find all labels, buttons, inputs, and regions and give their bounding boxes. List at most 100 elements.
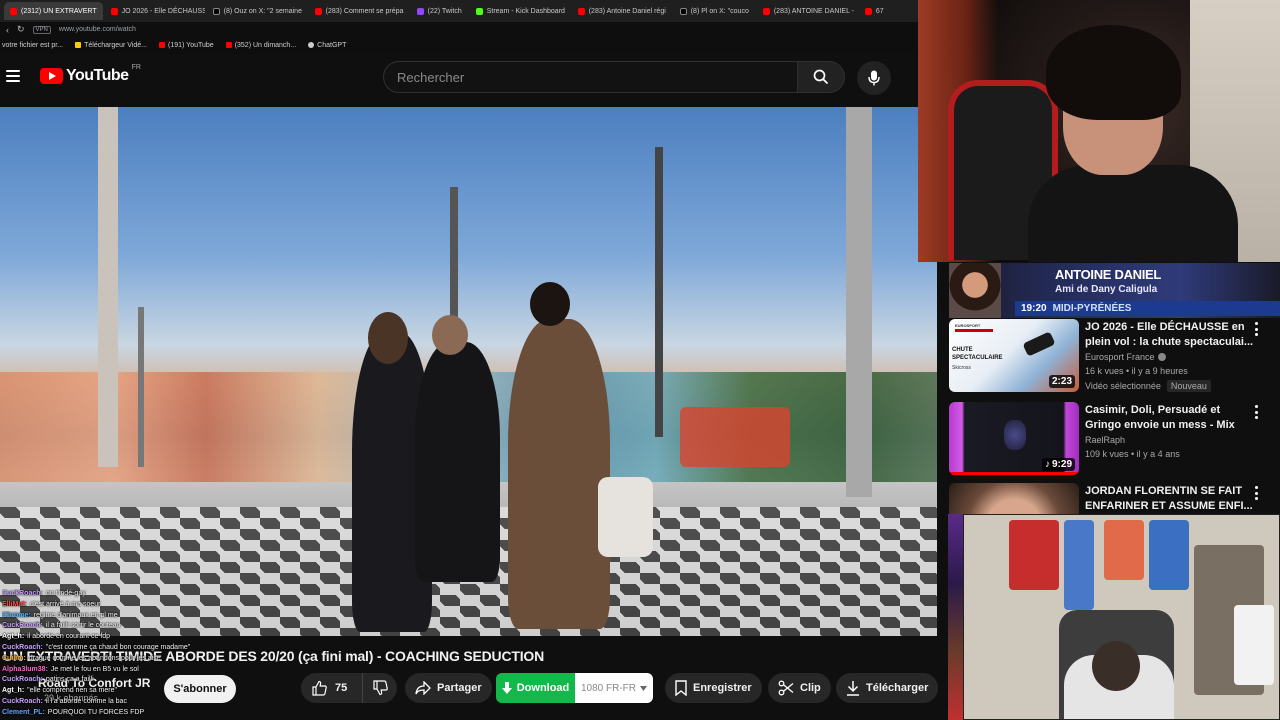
- quality-value: 1080 FR-FR: [580, 682, 636, 694]
- browser-tab[interactable]: (2312) UN EXTRAVERT: [4, 2, 103, 20]
- video-title[interactable]: JORDAN FLORENTIN SE FAIT ENFARINER ET AS…: [1085, 484, 1259, 514]
- download-label: Download: [516, 682, 570, 694]
- share-icon: [415, 681, 431, 695]
- address-field[interactable]: www.youtube.com/watch: [59, 26, 136, 33]
- bookmark-item[interactable]: votre fichier est pr...: [2, 42, 63, 49]
- reload-icon[interactable]: ↻: [17, 24, 25, 35]
- like-button[interactable]: 75: [301, 673, 363, 703]
- video-thumbnail[interactable]: ♪ 9:29: [949, 402, 1079, 475]
- bookmark-item[interactable]: ChatGPT: [308, 42, 346, 49]
- back-icon[interactable]: ‹: [6, 25, 9, 35]
- channel-name[interactable]: Eurosport France: [1085, 352, 1166, 362]
- duration-label: 9:29: [1051, 459, 1072, 470]
- channel-name[interactable]: RaelRaph: [1085, 435, 1125, 445]
- share-button[interactable]: Partager: [405, 673, 492, 703]
- tab-label: JO 2026 - Elle DÉCHAUSS: [121, 7, 205, 15]
- chat-username: Alpha3lum38:: [2, 665, 48, 673]
- hanging-clothes: [1104, 520, 1144, 580]
- streamer-webcam: [918, 0, 1280, 262]
- youtube-logo[interactable]: YouTube FR: [40, 64, 141, 85]
- video-scene-woman-head: [368, 312, 408, 364]
- mix-icon: ♪: [1044, 459, 1050, 470]
- download-extension: Download 1080 FR-FR: [496, 673, 653, 703]
- browser-tab[interactable]: JO 2026 - Elle DÉCHAUSS: [105, 2, 205, 20]
- recommendation-item[interactable]: JORDAN FLORENTIN SE FAIT ENFARINER ET AS…: [949, 483, 1280, 514]
- chat-message: CuckRoach: on t'indé-gay: [2, 589, 202, 600]
- more-options-icon[interactable]: [1254, 405, 1258, 419]
- bookmark-label: votre fichier est pr...: [2, 41, 64, 49]
- clip-button[interactable]: Clip: [768, 673, 831, 703]
- vpn-badge[interactable]: VPN: [32, 25, 51, 34]
- bookmark-item[interactable]: (191) YouTube: [159, 42, 214, 49]
- chat-username: Clement_PL:: [2, 708, 45, 716]
- search-button[interactable]: [797, 61, 845, 93]
- video-thumbnail[interactable]: [949, 483, 1079, 514]
- youtube-icon: [762, 7, 770, 15]
- browser-tab[interactable]: (283) Comment se prépa: [309, 2, 409, 20]
- tab-label: (8) Pl on X: "couco: [690, 7, 749, 15]
- bookmark-item[interactable]: Téléchargeur Vidé...: [75, 42, 147, 49]
- save-label: Enregistrer: [693, 682, 752, 694]
- video-title[interactable]: JO 2026 - Elle DÉCHAUSSE en plein vol : …: [1085, 320, 1259, 350]
- skier-figure: [1022, 331, 1056, 357]
- bookmark-label: (352) Un dimanch...: [234, 41, 297, 49]
- browser-tab[interactable]: (283) Antoine Daniel régi: [572, 2, 672, 20]
- more-options-icon[interactable]: [1254, 486, 1258, 500]
- download-icon: [847, 681, 859, 696]
- x-icon: [212, 7, 220, 15]
- new-badge: Nouveau: [1166, 380, 1211, 392]
- chat-text: "c'est comme ça chaud bon courage madame…: [45, 643, 191, 651]
- tab-label: (283) Antoine Daniel régi: [588, 7, 666, 15]
- banner-time: 19:20: [1021, 303, 1047, 314]
- hanging-clothes: [1149, 520, 1189, 590]
- chat-message: CuckRoach: il a failli sortir le couteau: [2, 621, 202, 632]
- channel-label: Eurosport France: [1085, 352, 1155, 362]
- thumb-subcaption: Skicross: [952, 365, 971, 371]
- voice-search-button[interactable]: [857, 61, 891, 95]
- chat-text: "elle comprend rien sa mere": [27, 687, 117, 695]
- chat-text: il a failli sortir le couteau: [45, 622, 121, 630]
- twitch-icon: [416, 7, 424, 15]
- recommendation-item[interactable]: EUROSPORT CHUTE SPECTACULAIRE Skicross 2…: [949, 319, 1280, 395]
- video-duration: ♪ 9:29: [1041, 458, 1075, 471]
- dislike-button[interactable]: [363, 673, 397, 703]
- thumbs-down-icon: [373, 680, 388, 696]
- watch-progress-bar: [949, 472, 1079, 475]
- download-button[interactable]: Download: [496, 673, 575, 703]
- video-player[interactable]: [0, 107, 937, 636]
- more-options-icon[interactable]: [1254, 322, 1258, 336]
- search-icon: [813, 69, 829, 85]
- chat-message: CuckRoach: "c'est comme ça chaud bon cour…: [2, 643, 202, 654]
- video-title[interactable]: Casimir, Doli, Persuadé et Gringo envoie…: [1085, 403, 1259, 433]
- chat-text: regime d'animaux en pl me: [33, 611, 118, 619]
- quality-select[interactable]: 1080 FR-FR: [575, 673, 653, 703]
- browser-tab[interactable]: (8) Ouz on X: "2 semaine: [207, 2, 307, 20]
- menu-icon[interactable]: [6, 70, 20, 82]
- recommendations-sidebar: ANTOINE DANIEL Ami de Dany Caligula 19:2…: [948, 262, 1280, 514]
- download-button-native[interactable]: Télécharger: [836, 673, 939, 703]
- hanging-clothes: [1009, 520, 1059, 590]
- chat-text: c'est arrivé à ma soeur: [29, 600, 101, 608]
- video-scene-coat-man-head: [530, 282, 570, 326]
- stream-chat-overlay: CuckRoach: on t'indé-gay ElliMat: c'est arr…: [2, 589, 202, 720]
- search-input[interactable]: Rechercher: [383, 61, 798, 93]
- chat-username: Cuiiim:: [2, 654, 26, 662]
- browser-tab[interactable]: 67: [859, 2, 890, 20]
- browser-tab[interactable]: (8) Pl on X: "couco: [674, 2, 755, 20]
- save-button[interactable]: Enregistrer: [665, 673, 762, 703]
- recommendation-item[interactable]: ♪ 9:29 Casimir, Doli, Persuadé et Gringo …: [949, 402, 1280, 478]
- video-scene-column: [846, 107, 872, 497]
- bookmark-icon: [675, 680, 687, 696]
- chat-username: CuckRoach:: [2, 697, 43, 705]
- browser-tab[interactable]: (22) Twitch: [411, 2, 468, 20]
- video-scene-lamp-pole: [655, 147, 663, 437]
- chat-text: patins ça a failli: [45, 676, 94, 684]
- x-icon: [679, 7, 687, 15]
- video-thumbnail[interactable]: EUROSPORT CHUTE SPECTACULAIRE Skicross 2…: [949, 319, 1079, 392]
- tab-label: (22) Twitch: [427, 7, 462, 15]
- bookmark-item[interactable]: (352) Un dimanch...: [225, 41, 297, 49]
- browser-tab[interactable]: (283) ANTOINE DANIEL -: [757, 2, 857, 20]
- browser-tab[interactable]: Stream - Kick Dashboard: [470, 2, 570, 20]
- video-scene-lamp-pole: [98, 107, 118, 467]
- chat-username: CuckRoach:: [2, 676, 43, 684]
